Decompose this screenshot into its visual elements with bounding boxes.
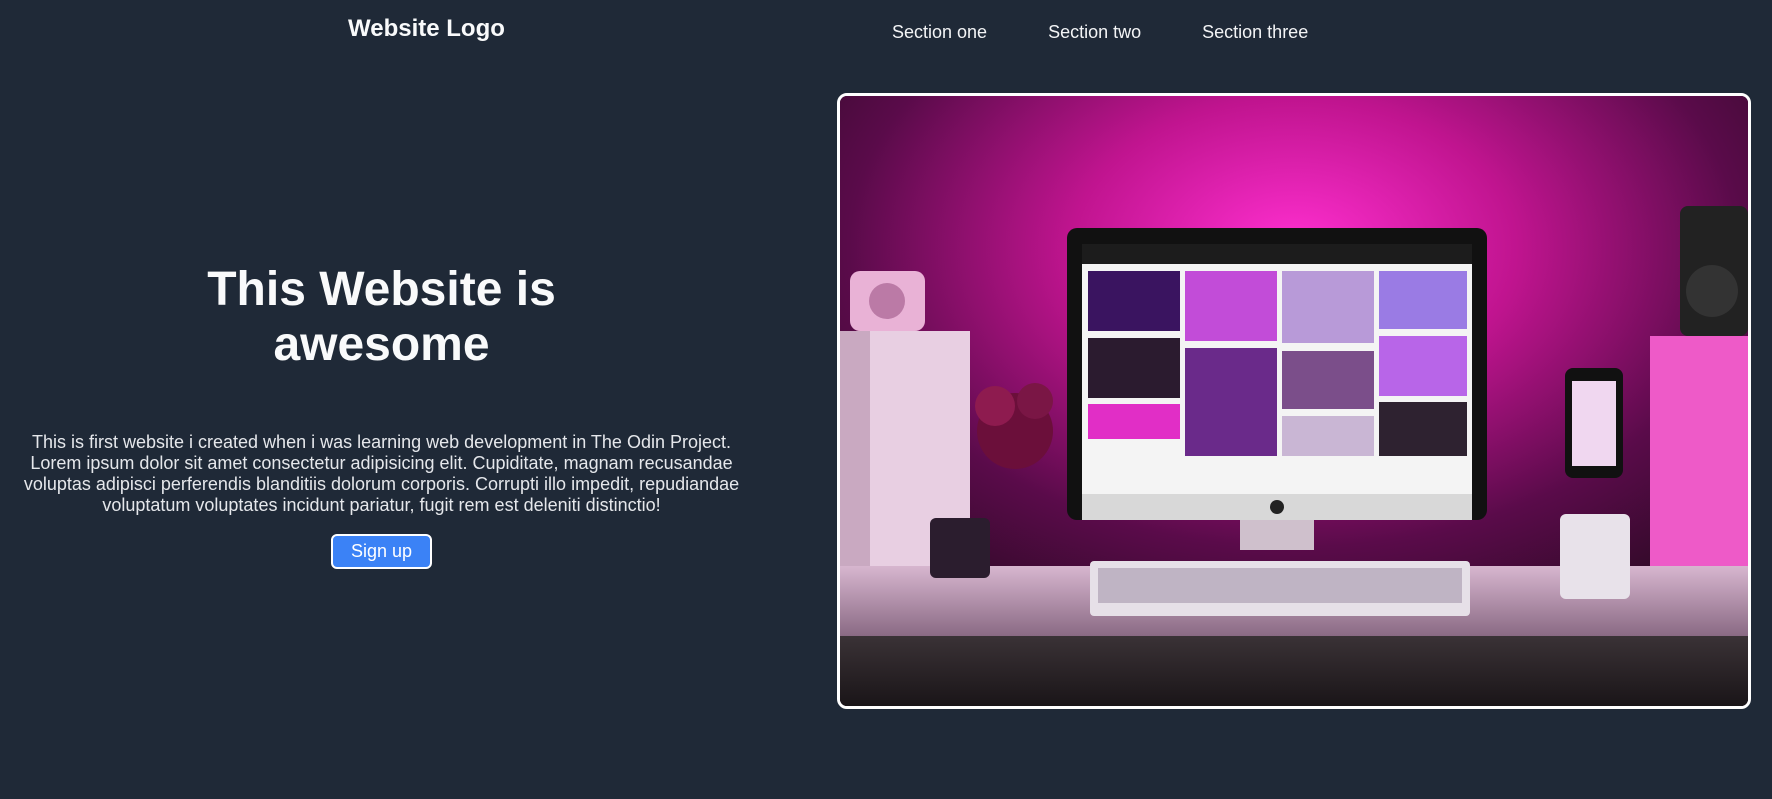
hero-description: This is first website i created when i w… xyxy=(23,432,740,515)
nav-section-one[interactable]: Section one xyxy=(892,20,987,44)
hero-content: This Website is awesome This is first web… xyxy=(18,262,745,569)
hero-image xyxy=(837,93,1751,709)
main-nav: Section one Section two Section three xyxy=(892,20,1308,44)
desk-setup-illustration xyxy=(840,96,1748,706)
signup-button[interactable]: Sign up xyxy=(330,534,433,569)
nav-section-three[interactable]: Section three xyxy=(1202,20,1308,44)
page: Website Logo Section one Section two Sec… xyxy=(0,0,1772,799)
website-logo[interactable]: Website Logo xyxy=(348,12,505,46)
nav-section-two[interactable]: Section two xyxy=(1048,20,1141,44)
hero-title: This Website is awesome xyxy=(207,263,556,371)
